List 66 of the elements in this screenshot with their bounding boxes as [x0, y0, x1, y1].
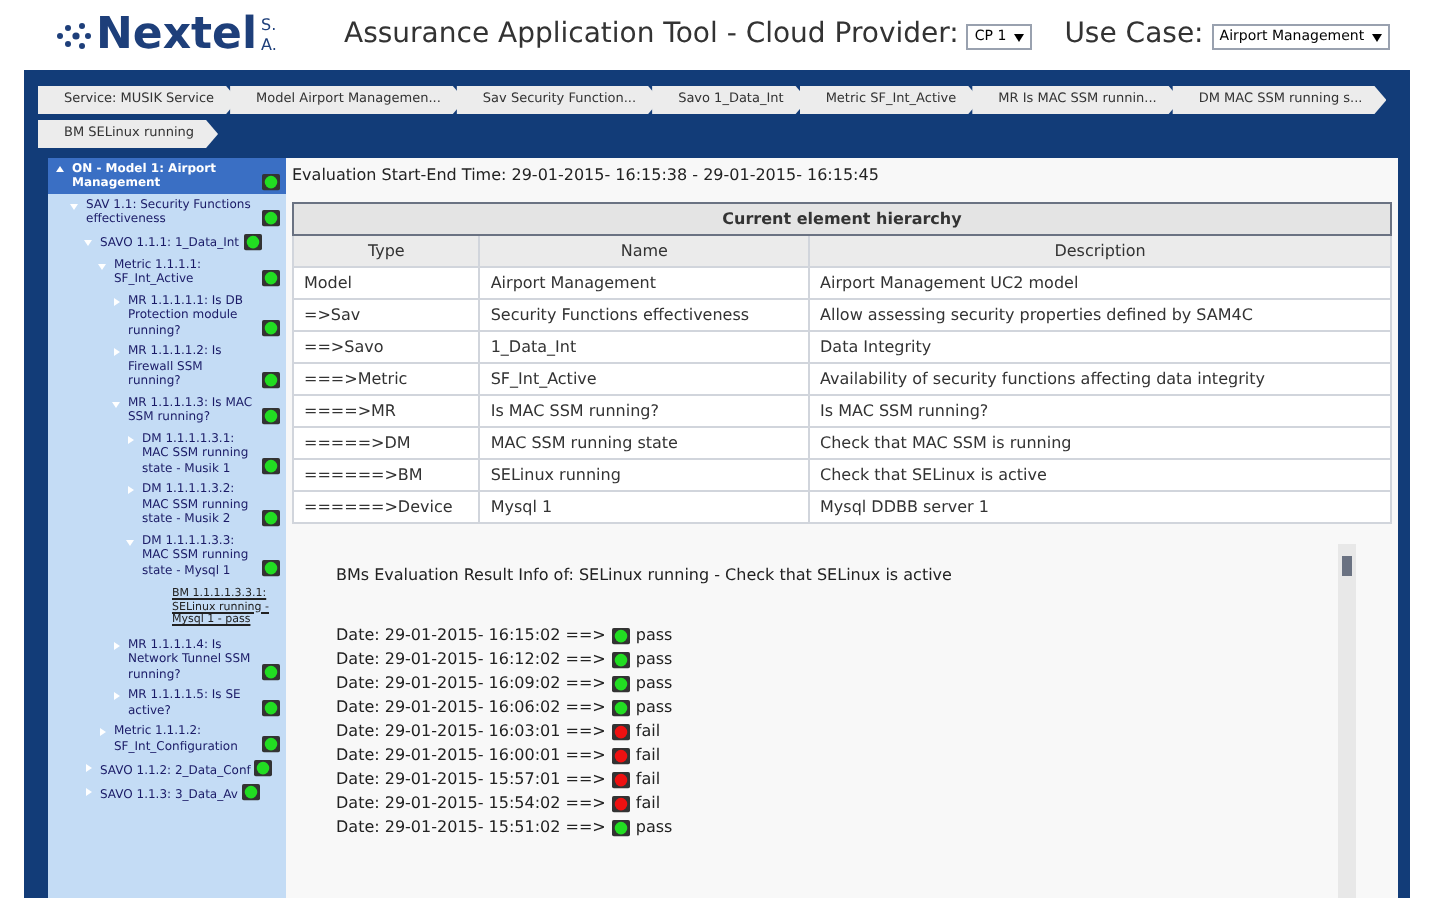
- app-title: Assurance Application Tool - Cloud Provider:: [344, 16, 959, 54]
- table-cell: Availability of security functions affecting data integrity: [809, 363, 1391, 395]
- table-cell: 1_Data_Int: [479, 331, 810, 363]
- table-title: Current element hierarchy: [293, 203, 1391, 235]
- table-cell: ==>Savo: [293, 331, 480, 363]
- result-status: pass: [635, 816, 673, 840]
- collapsed-arrow-icon[interactable]: [126, 486, 134, 494]
- expanded-arrow-icon[interactable]: [56, 165, 64, 173]
- result-status: pass: [635, 624, 673, 648]
- table-cell: MAC SSM running state: [479, 427, 810, 459]
- table-cell: ======>BM: [293, 459, 480, 491]
- result-date: Date: 29-01-2015- 15:51:02 ==>: [336, 816, 606, 840]
- result-status: pass: [635, 648, 673, 672]
- table-cell: =====>DM: [293, 427, 480, 459]
- result-date: Date: 29-01-2015- 16:03:01 ==>: [336, 720, 606, 744]
- result-status: fail: [635, 792, 661, 816]
- table-cell: Check that SELinux is active: [809, 459, 1391, 491]
- use-case-label: Use Case:: [1064, 16, 1204, 54]
- collapsed-arrow-icon[interactable]: [112, 297, 120, 305]
- column-header: Description: [809, 235, 1391, 267]
- result-date: Date: 29-01-2015- 16:06:02 ==>: [336, 696, 606, 720]
- table-cell: ===>Metric: [293, 363, 480, 395]
- collapsed-arrow-icon[interactable]: [112, 641, 120, 649]
- dropdown-caret-icon: [1014, 33, 1025, 41]
- logo-suffix: S.A.: [261, 15, 279, 55]
- logo-dots-icon: [56, 19, 92, 51]
- table-cell: Is MAC SSM running?: [479, 395, 810, 427]
- table-cell: ====>MR: [293, 395, 480, 427]
- result-date: Date: 29-01-2015- 16:00:01 ==>: [336, 744, 606, 768]
- collapsed-arrow-icon[interactable]: [112, 348, 120, 356]
- table-cell: =>Sav: [293, 299, 480, 331]
- result-date: Date: 29-01-2015- 15:57:01 ==>: [336, 768, 606, 792]
- evaluation-time: Evaluation Start-End Time: 29-01-2015- 16:15:38 - 29-01-2015- 16:15:45: [292, 164, 881, 188]
- table-cell: Security Functions effectiveness: [479, 299, 810, 331]
- collapsed-arrow-icon[interactable]: [84, 788, 92, 796]
- result-status: fail: [635, 720, 661, 744]
- table-cell: Data Integrity: [809, 331, 1391, 363]
- result-status: fail: [635, 744, 661, 768]
- result-date: Date: 29-01-2015- 16:12:02 ==>: [336, 648, 606, 672]
- collapsed-arrow-icon[interactable]: [112, 692, 120, 700]
- dropdown-caret-icon: [1372, 33, 1383, 41]
- column-header: Name: [479, 235, 810, 267]
- results-title: BMs Evaluation Result Info of: SELinux running - Check that SELinux is active: [336, 564, 954, 588]
- table-cell: Model: [293, 267, 480, 299]
- result-date: Date: 29-01-2015- 16:15:02 ==>: [336, 624, 606, 648]
- result-date: Date: 29-01-2015- 16:09:02 ==>: [336, 672, 606, 696]
- column-header: Type: [293, 235, 480, 267]
- collapsed-arrow-icon[interactable]: [126, 435, 134, 443]
- result-status: pass: [635, 696, 673, 720]
- table-cell: Check that MAC SSM is running: [809, 427, 1391, 459]
- collapsed-arrow-icon[interactable]: [98, 728, 106, 736]
- table-cell: Airport Management UC2 model: [809, 267, 1391, 299]
- result-status: fail: [635, 768, 661, 792]
- table-cell: Mysql 1: [479, 491, 810, 523]
- table-cell: Is MAC SSM running?: [809, 395, 1391, 427]
- table-cell: Airport Management: [479, 267, 810, 299]
- result-status: pass: [635, 672, 673, 696]
- table-cell: ======>Device: [293, 491, 480, 523]
- table-cell: Mysql DDBB server 1: [809, 491, 1391, 523]
- result-date: Date: 29-01-2015- 15:54:02 ==>: [336, 792, 606, 816]
- table-cell: Allow assessing security properties defined by SAM4C: [809, 299, 1391, 331]
- table-cell: SELinux running: [479, 459, 810, 491]
- logo-text: Nextel: [96, 13, 258, 57]
- collapsed-arrow-icon[interactable]: [84, 764, 92, 772]
- scrollbar[interactable]: [1338, 544, 1356, 898]
- table-cell: SF_Int_Active: [479, 363, 810, 395]
